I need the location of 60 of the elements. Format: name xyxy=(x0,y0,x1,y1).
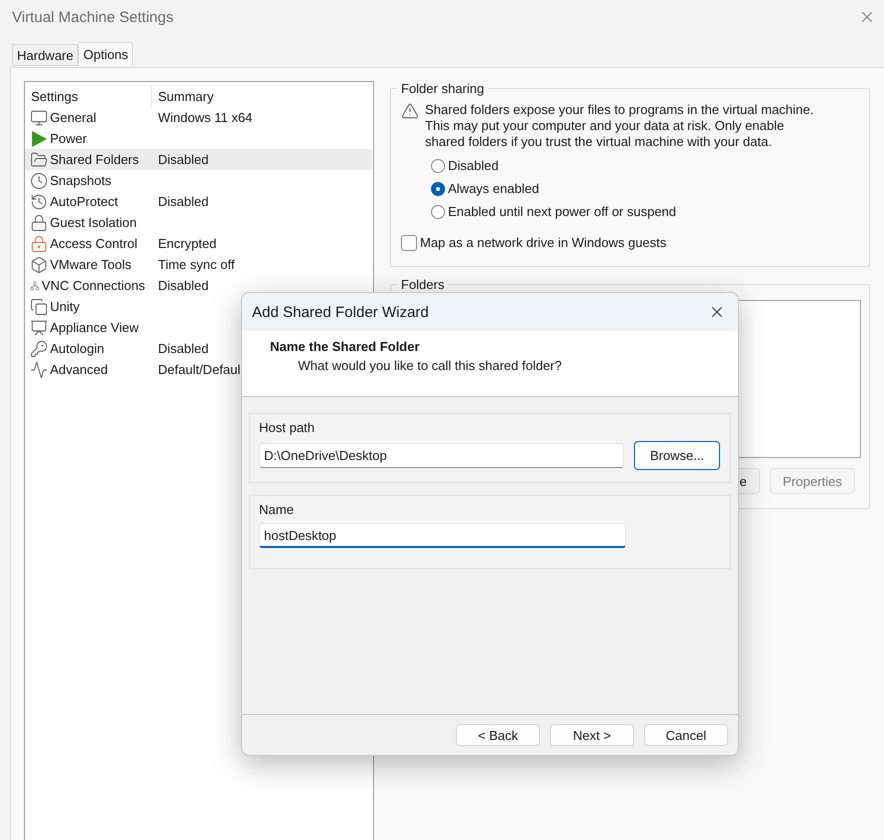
summary-cell: Disabled xyxy=(158,194,209,209)
settings-item[interactable]: Unity xyxy=(25,296,151,316)
wizard-button[interactable]: Cancel xyxy=(644,724,728,746)
dialog-title: Add Shared Folder Wizard xyxy=(252,304,429,320)
radio-button[interactable] xyxy=(431,158,445,172)
lock-icon xyxy=(30,214,48,232)
radio-label: Enabled until next power off or suspend xyxy=(448,204,676,219)
group-title: Folders xyxy=(400,277,446,292)
wizard-subheading: What would you like to call this shared folder? xyxy=(297,358,563,373)
tab[interactable]: Options xyxy=(78,42,134,66)
warning-text: Shared folders expose your files to programs in the virtual machine. This may put your computer and your data at risk. Only enable shared folders if you trust the virtual machine with your data. xyxy=(425,102,815,150)
summary-cell: Disabled xyxy=(158,152,209,167)
tab[interactable]: Hardware xyxy=(12,44,78,66)
warning-icon xyxy=(401,102,419,120)
settings-item[interactable]: Autologin xyxy=(25,338,151,358)
field-label: Host path xyxy=(259,420,316,435)
host-path-field[interactable]: D:\OneDrive\Desktop xyxy=(259,443,624,468)
summary-cell: Windows 11 x64 xyxy=(158,110,252,125)
box-icon xyxy=(30,256,48,274)
radio-button[interactable] xyxy=(431,204,445,218)
field-label: Name xyxy=(259,502,295,517)
wizard-button[interactable]: < Back xyxy=(456,724,540,746)
wizard-heading: Name the Shared Folder xyxy=(270,339,421,354)
column-header: Settings xyxy=(30,88,79,106)
settings-item[interactable]: Access Control xyxy=(25,234,151,254)
radio-label: Always enabled xyxy=(448,181,540,196)
settings-item[interactable]: General xyxy=(25,108,151,128)
pulse-icon xyxy=(30,360,48,378)
checkbox-label: Map as a network drive in Windows guests xyxy=(420,235,666,250)
group-title: Folder sharing xyxy=(400,81,486,96)
windows-icon xyxy=(30,298,48,316)
settings-item[interactable]: VNC Connections xyxy=(25,276,151,296)
folder-icon xyxy=(30,150,48,168)
wizard-button[interactable]: Next > xyxy=(550,724,634,746)
summary-cell: Disabled xyxy=(158,341,209,356)
settings-item[interactable]: Snapshots xyxy=(25,170,151,190)
lock-icon xyxy=(30,234,48,252)
name-field[interactable]: hostDesktop xyxy=(259,523,626,548)
key-icon xyxy=(30,340,48,358)
settings-item[interactable]: Guest Isolation xyxy=(25,212,151,232)
settings-item[interactable]: AutoProtect xyxy=(25,192,151,212)
clock-icon xyxy=(30,172,48,190)
monitor-icon xyxy=(30,108,48,126)
summary-cell: Time sync off xyxy=(158,257,235,272)
checkbox[interactable] xyxy=(401,234,417,250)
summary-cell: Default/Defaul xyxy=(158,362,240,377)
window-title: Virtual Machine Settings xyxy=(12,8,174,26)
settings-item[interactable]: Shared Folders xyxy=(25,150,151,170)
column-header: Summary xyxy=(151,86,372,107)
settings-item[interactable]: Power xyxy=(25,128,151,148)
settings-item[interactable]: VMware Tools xyxy=(25,254,151,274)
settings-item[interactable]: Appliance View xyxy=(25,318,151,338)
display-icon xyxy=(30,318,48,336)
settings-item[interactable]: Advanced xyxy=(25,360,151,380)
radio-button[interactable] xyxy=(431,182,445,196)
summary-cell: Encrypted xyxy=(158,236,217,251)
history-icon xyxy=(30,192,48,210)
summary-cell: Disabled xyxy=(158,278,209,293)
radio-label: Disabled xyxy=(448,158,499,173)
browse-button[interactable]: Browse... xyxy=(634,441,720,470)
